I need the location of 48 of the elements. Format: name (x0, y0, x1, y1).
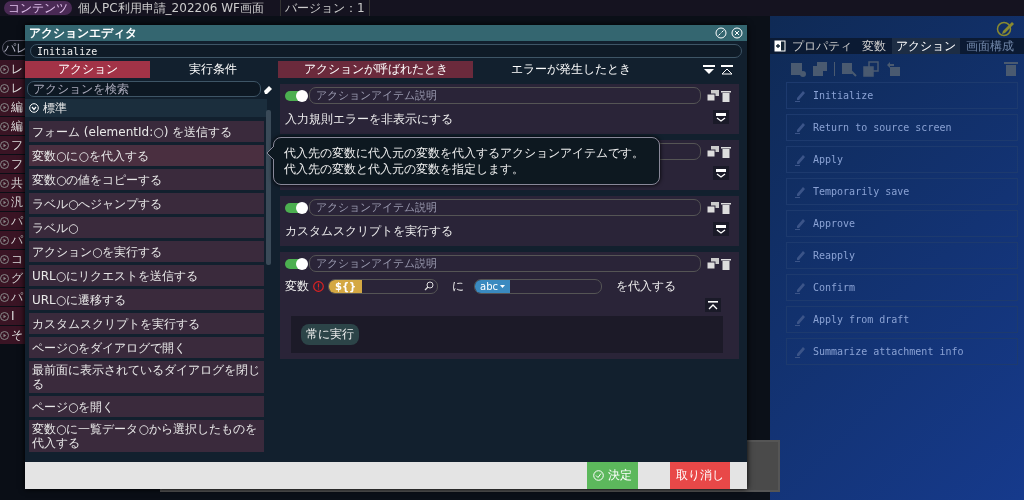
cancel-button[interactable]: 取り消し (670, 462, 730, 489)
action-palette-item[interactable]: ページ○を開く (29, 396, 264, 417)
dialog-title: アクションエディタ (29, 24, 138, 42)
action-search-field[interactable]: アクションを検索 (27, 81, 261, 97)
action-palette-item[interactable]: 変数○の値をコピーする (29, 169, 264, 190)
description-field[interactable]: アクションアイテム説明 (309, 87, 701, 104)
assign-label: を代入する (616, 277, 676, 295)
action-palette-item[interactable]: ラベル○へジャンプする (29, 193, 264, 214)
action-palette-item[interactable]: 変数○に○を代入する (29, 145, 264, 166)
page-title: 個人PC利用申請_202206 WF画面 (78, 0, 264, 17)
action-entry[interactable]: Apply (786, 146, 1018, 173)
panel-tab[interactable]: 変数 (858, 38, 890, 54)
trigger-tab[interactable]: エラーが発生したとき (473, 61, 668, 78)
condition-chip[interactable]: 常に実行 (301, 324, 359, 345)
category-badge: コンテンツ (4, 1, 72, 15)
action-entry[interactable]: Initialize (786, 82, 1018, 109)
variable-label: 変数 (285, 277, 309, 295)
particle-label: に (452, 277, 464, 295)
action-entry[interactable]: Apply from draft (786, 306, 1018, 333)
action-palette-item[interactable]: ラベル○ (29, 217, 264, 238)
panel-tab[interactable]: プロパティ (788, 38, 856, 54)
category-header[interactable]: 標準 (25, 99, 267, 117)
editor-tab[interactable]: 実行条件 (150, 61, 275, 78)
action-palette-item[interactable]: URL○に遷移する (29, 289, 264, 310)
tooltip-text: 代入先の変数に代入元の変数を代入するアクションアイテムです。 (284, 145, 645, 161)
action-entry[interactable]: Temporarily save (786, 178, 1018, 205)
action-entry[interactable]: Summarize attachment info (786, 338, 1018, 365)
action-palette-item[interactable]: アクション○を実行する (29, 241, 264, 262)
action-palette-item[interactable]: URL○にリクエストを送信する (29, 265, 264, 286)
editor-tab[interactable]: アクション (25, 61, 150, 78)
panel-tab[interactable]: アクション (892, 38, 960, 54)
action-item-label: 入力規則エラーを非表示にする (285, 110, 453, 128)
action-entry[interactable]: Approve (786, 210, 1018, 237)
tooltip-text: 代入先の変数と代入元の変数を指定します。 (284, 161, 525, 177)
action-palette-item[interactable]: 変数○に一覧データ○から選択したものを代入する (29, 420, 264, 452)
trigger-tab[interactable]: アクションが呼ばれたとき (278, 61, 473, 78)
action-entry[interactable]: Confirm (786, 274, 1018, 301)
action-entry[interactable]: Return to source screen (786, 114, 1018, 141)
action-entry[interactable]: Reapply (786, 242, 1018, 269)
action-palette-item[interactable]: カスタムスクリプトを実行する (29, 313, 264, 334)
description-field[interactable]: アクションアイテム説明 (309, 199, 701, 216)
action-palette-item[interactable]: 最前面に表示されているダイアログを閉じる (29, 361, 264, 393)
description-field[interactable]: アクションアイテム説明 (309, 255, 701, 272)
action-palette-item[interactable]: フォーム (elementId:○) を送信する (29, 121, 264, 142)
action-item-label: カスタムスクリプトを実行する (285, 222, 453, 240)
action-name-field[interactable]: Initialize (30, 44, 742, 58)
value-field[interactable]: abc (474, 278, 602, 294)
action-palette-item[interactable]: ページ○をダイアログで開く (29, 337, 264, 358)
